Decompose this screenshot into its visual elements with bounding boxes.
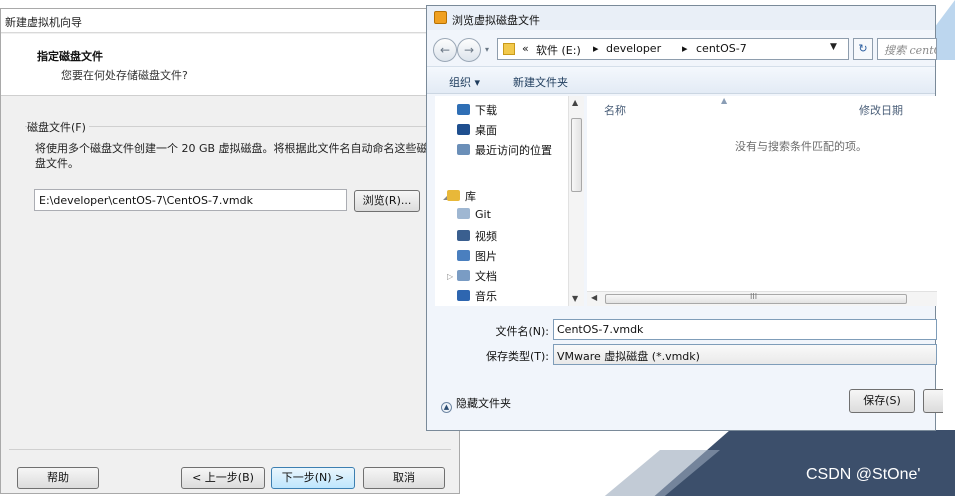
address-dropdown-icon[interactable]: ▼ bbox=[830, 42, 837, 52]
empty-results-message: 没有与搜索条件匹配的项。 bbox=[735, 140, 867, 153]
wizard-heading: 指定磁盘文件 bbox=[37, 50, 103, 63]
new-folder-button[interactable]: 新建文件夹 bbox=[513, 74, 568, 90]
hide-folders-label: 隐藏文件夹 bbox=[456, 397, 511, 410]
nav-item-libraries[interactable]: 库 bbox=[447, 188, 476, 206]
filename-input[interactable] bbox=[553, 319, 937, 340]
nav-item-recent-places[interactable]: 最近访问的位置 bbox=[457, 142, 552, 160]
column-header-name[interactable]: 名称 bbox=[604, 102, 626, 118]
address-separator[interactable]: ▸ bbox=[682, 42, 688, 55]
organize-menu[interactable]: 组织 ▾ bbox=[449, 74, 480, 90]
refresh-icon[interactable]: ↻ bbox=[853, 38, 873, 60]
file-list-hscrollbar[interactable]: ◀ III bbox=[587, 291, 937, 306]
dialog-cancel-button[interactable] bbox=[923, 389, 943, 413]
recent-locations-dropdown-icon[interactable]: ▾ bbox=[485, 45, 489, 54]
vmware-app-icon bbox=[434, 11, 447, 24]
scroll-up-arrow-icon[interactable]: ▲ bbox=[572, 98, 578, 107]
file-list-pane[interactable]: ▲ 名称 修改日期 没有与搜索条件匹配的项。 bbox=[587, 96, 937, 306]
nav-item-videos[interactable]: 视频 bbox=[457, 228, 497, 246]
dialog-title: 浏览虚拟磁盘文件 bbox=[452, 14, 540, 27]
scroll-left-arrow-icon[interactable]: ◀ bbox=[591, 293, 597, 302]
documents-expand-icon[interactable]: ▷ bbox=[447, 272, 453, 281]
nav-item-label: 视频 bbox=[475, 230, 497, 243]
browse-disk-file-dialog: 浏览虚拟磁盘文件 ← → ▾ « 软件 (E:) ▸ developer ▸ c… bbox=[426, 5, 943, 431]
address-segment-drive[interactable]: 软件 (E:) bbox=[536, 42, 581, 58]
hide-folders-toggle[interactable]: ▲ 隐藏文件夹 bbox=[441, 395, 511, 413]
nav-item-pictures[interactable]: 图片 bbox=[457, 248, 497, 266]
wizard-title: 新建虚拟机向导 bbox=[5, 16, 82, 29]
back-arrow-icon[interactable]: ← bbox=[433, 38, 457, 62]
nav-item-label: Git bbox=[475, 208, 491, 221]
pictures-icon bbox=[457, 250, 470, 261]
recent-places-icon bbox=[457, 144, 470, 155]
address-separator[interactable]: ▸ bbox=[593, 42, 599, 55]
filename-label: 文件名(N): bbox=[495, 325, 549, 338]
help-button[interactable]: 帮助 bbox=[17, 467, 99, 489]
library-icon bbox=[447, 190, 460, 201]
address-segment-centos[interactable]: centOS-7 bbox=[696, 42, 747, 55]
footer-divider bbox=[9, 449, 451, 450]
scrollbar-thumb[interactable] bbox=[571, 118, 582, 192]
wizard-title-bar[interactable]: 新建虚拟机向导 bbox=[1, 9, 459, 33]
back-button[interactable]: < 上一步(B) bbox=[181, 467, 265, 489]
browse-button[interactable]: 浏览(R)... bbox=[354, 190, 420, 212]
address-segment-developer[interactable]: developer bbox=[606, 42, 661, 55]
dialog-title-bar[interactable]: 浏览虚拟磁盘文件 bbox=[427, 6, 935, 30]
videos-icon bbox=[457, 230, 470, 241]
folder-icon bbox=[503, 43, 515, 55]
address-overflow-chevron[interactable]: « bbox=[522, 42, 529, 55]
nav-item-label: 下载 bbox=[475, 104, 497, 117]
csdn-watermark: CSDN @StOne' bbox=[806, 466, 921, 483]
nav-item-git[interactable]: Git bbox=[457, 208, 491, 226]
scroll-down-arrow-icon[interactable]: ▼ bbox=[572, 294, 578, 303]
disk-file-description: 将使用多个磁盘文件创建一个 20 GB 虚拟磁盘。将根据此文件名自动命名这些磁盘… bbox=[35, 142, 428, 170]
desktop-icon bbox=[457, 124, 470, 135]
music-icon bbox=[457, 290, 470, 301]
nav-item-label: 库 bbox=[465, 190, 476, 203]
wizard-subheading: 您要在何处存储磁盘文件? bbox=[61, 69, 188, 82]
filetype-select[interactable]: VMware 虚拟磁盘 (*.vmdk) bbox=[553, 344, 937, 365]
new-vm-wizard-window: 新建虚拟机向导 指定磁盘文件 您要在何处存储磁盘文件? 磁盘文件(F) 将使用多… bbox=[0, 8, 460, 494]
nav-item-label: 最近访问的位置 bbox=[475, 144, 552, 157]
nav-item-desktop[interactable]: 桌面 bbox=[457, 122, 497, 140]
sort-indicator-icon: ▲ bbox=[721, 96, 728, 105]
nav-item-music[interactable]: 音乐 bbox=[457, 288, 497, 306]
cancel-button[interactable]: 取消 bbox=[363, 467, 445, 489]
nav-item-documents[interactable]: 文档 bbox=[457, 268, 497, 286]
nav-item-downloads[interactable]: 下载 bbox=[457, 102, 497, 120]
nav-item-label: 桌面 bbox=[475, 124, 497, 137]
background-shape bbox=[604, 430, 955, 496]
save-button[interactable]: 保存(S) bbox=[849, 389, 915, 413]
disk-file-path-input[interactable] bbox=[34, 189, 347, 211]
disk-file-group-label: 磁盘文件(F) bbox=[27, 119, 89, 135]
nav-pane-scrollbar[interactable]: ▲ ▼ bbox=[568, 96, 584, 306]
dialog-toolbar: 组织 ▾ 新建文件夹 bbox=[427, 66, 935, 94]
address-bar[interactable]: « 软件 (E:) ▸ developer ▸ centOS-7 ▼ bbox=[497, 38, 849, 60]
filetype-label: 保存类型(T): bbox=[485, 350, 549, 363]
nav-item-label: 文档 bbox=[475, 270, 497, 283]
nav-item-label: 图片 bbox=[475, 250, 497, 263]
documents-icon bbox=[457, 270, 470, 281]
git-library-icon bbox=[457, 208, 470, 219]
collapse-icon: ▲ bbox=[441, 402, 452, 413]
forward-arrow-icon[interactable]: → bbox=[457, 38, 481, 62]
wizard-header: 指定磁盘文件 您要在何处存储磁盘文件? bbox=[1, 34, 459, 96]
column-header-modified[interactable]: 修改日期 bbox=[859, 102, 903, 118]
downloads-icon bbox=[457, 104, 470, 115]
navigation-pane: 下载 桌面 最近访问的位置 ◢ 库 Git 视频 图片 ▷ 文档 音乐 bbox=[435, 96, 575, 306]
grip-icon: III bbox=[750, 292, 758, 301]
next-button[interactable]: 下一步(N) > bbox=[271, 467, 355, 489]
hscrollbar-thumb[interactable]: III bbox=[605, 292, 907, 304]
nav-item-label: 音乐 bbox=[475, 290, 497, 303]
search-input[interactable]: 搜索 centOS-7 bbox=[877, 38, 937, 60]
